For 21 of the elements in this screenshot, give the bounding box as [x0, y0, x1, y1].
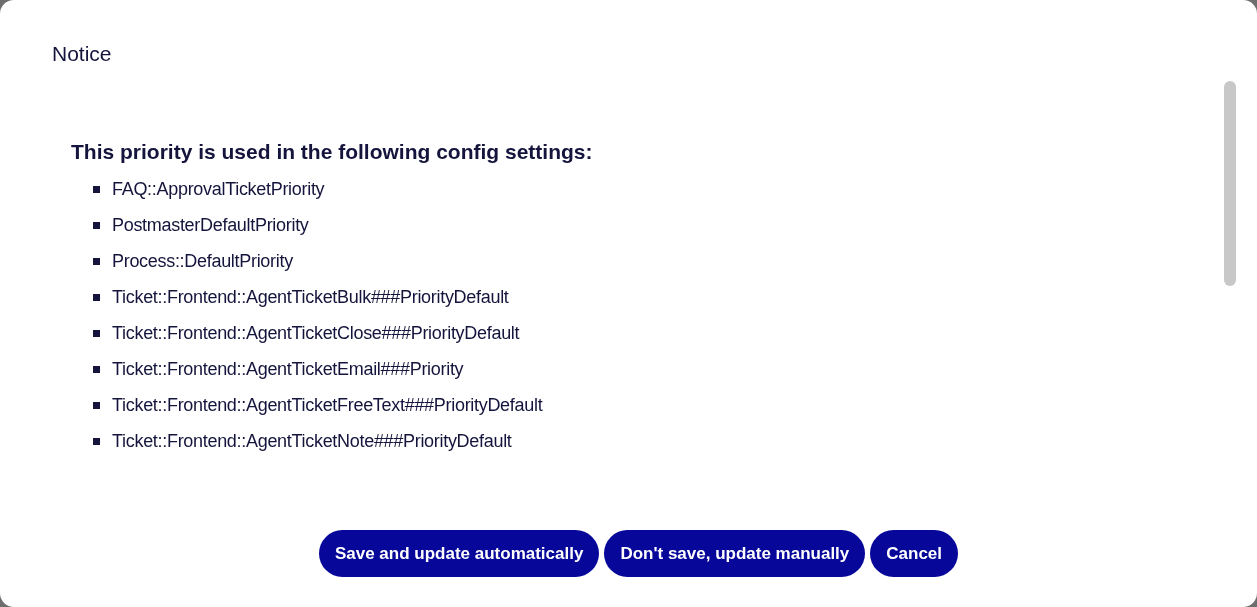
setting-name: Ticket::Frontend::AgentTicketClose###PriorityDefault	[112, 321, 520, 345]
bullet-icon	[93, 293, 100, 301]
bullet-icon	[93, 329, 100, 337]
bullet-icon	[93, 257, 100, 265]
setting-name: Ticket::Frontend::AgentTicketFreeText###PriorityDefault	[112, 393, 543, 417]
bullet-icon	[93, 221, 100, 229]
setting-name: Ticket::Frontend::AgentTicketNote###PriorityDefault	[112, 429, 512, 453]
setting-name: Ticket::Frontend::AgentTicketEmail###Priority	[112, 357, 464, 381]
setting-name: FAQ::ApprovalTicketPriority	[112, 177, 325, 201]
section-heading: This priority is used in the following config settings:	[71, 139, 593, 165]
dialog-button[interactable]: Save and update automatically	[318, 530, 600, 577]
dialog-button[interactable]: Don't save, update manually	[604, 530, 866, 577]
bullet-icon	[93, 365, 100, 373]
bullet-icon	[93, 401, 100, 409]
setting-name: PostmasterDefaultPriority	[112, 213, 309, 237]
bullet-icon	[93, 437, 100, 445]
setting-name: Process::DefaultPriority	[112, 249, 293, 273]
bullet-icon	[93, 185, 100, 193]
dialog-title: Notice	[52, 42, 112, 65]
dialog-button[interactable]: Cancel	[870, 530, 959, 577]
setting-name: Ticket::Frontend::AgentTicketBulk###PriorityDefault	[112, 285, 509, 309]
